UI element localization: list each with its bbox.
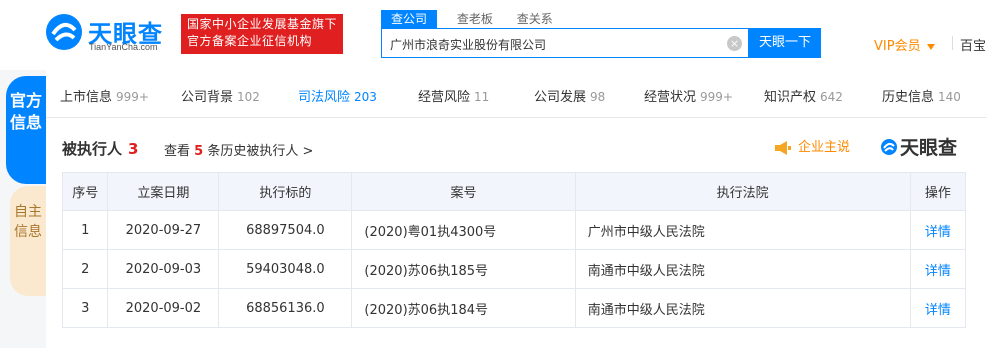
vip-menu[interactable]: VIP会员 <box>874 35 935 54</box>
table-header-row: 序号 立案日期 执行标的 案号 执行法院 操作 <box>61 172 967 211</box>
th-court: 执行法院 <box>574 172 911 211</box>
th-op: 操作 <box>909 172 967 211</box>
table-row: 3 2020-09-02 68856136.0 (2020)苏06执184号 南… <box>61 288 967 328</box>
detail-link[interactable]: 详情 <box>925 225 951 240</box>
th-case: 案号 <box>351 172 576 211</box>
nav-label: 知识产权 <box>764 90 817 105</box>
nav-history[interactable]: 历史信息 140 <box>882 86 961 105</box>
history-link[interactable]: 查看 5 条历史被执行人 > <box>164 140 313 159</box>
baibao-menu[interactable]: 百宝 <box>960 35 986 54</box>
tianyancha-logo[interactable]: 天眼查 TianYanCha.com <box>44 12 174 56</box>
nav-count: 999+ <box>116 90 149 104</box>
search-tab-boss[interactable]: 查老板 <box>457 10 493 27</box>
nav-operations[interactable]: 经营状况 999+ <box>644 86 733 105</box>
brand-watermark: 天眼查 <box>880 133 957 160</box>
cell-case: (2020)粤01执4300号 <box>351 210 576 250</box>
header-divider <box>952 36 953 50</box>
side-tab-self[interactable]: 自主信息 <box>10 186 46 296</box>
clear-icon[interactable]: × <box>727 36 742 51</box>
search-tab-relation[interactable]: 查关系 <box>517 10 553 27</box>
cell-op: 详情 <box>909 210 967 250</box>
logo-mark-icon <box>46 14 82 50</box>
th-date: 立案日期 <box>107 172 220 211</box>
gov-badge-line1: 国家中小企业发展基金旗下 <box>187 17 338 31</box>
cell-index: 1 <box>61 210 109 250</box>
cell-court: 广州市中级人民法院 <box>574 210 911 250</box>
detail-link[interactable]: 详情 <box>925 264 951 279</box>
nav-label: 历史信息 <box>882 90 935 105</box>
cell-date: 2020-09-27 <box>107 210 220 250</box>
history-prefix: 查看 <box>164 144 191 159</box>
vip-label: VIP会员 <box>874 39 921 54</box>
side-tab-official[interactable]: 官方信息 <box>6 76 46 184</box>
th-amount: 执行标的 <box>218 172 353 211</box>
brand-text: 天眼查 <box>900 137 958 159</box>
nav-label: 经营状况 <box>644 90 697 105</box>
cell-case: (2020)苏06执184号 <box>351 288 576 328</box>
gov-badge: 国家中小企业发展基金旗下 官方备案企业征信机构 <box>181 14 343 54</box>
nav-label: 经营风险 <box>418 90 471 105</box>
table-row: 1 2020-09-27 68897504.0 (2020)粤01执4300号 … <box>61 210 967 250</box>
section-count: 3 <box>128 140 139 158</box>
nav-count: 140 <box>938 90 961 104</box>
cell-op: 详情 <box>909 249 967 289</box>
top-header: 天眼查 TianYanCha.com 国家中小企业发展基金旗下 官方备案企业征信… <box>0 0 987 70</box>
cell-case: (2020)苏06执185号 <box>351 249 576 289</box>
executee-table: 序号 立案日期 执行标的 案号 执行法院 操作 1 2020-09-27 688… <box>61 172 967 328</box>
brand-mark-icon <box>881 139 897 155</box>
section-title-text: 被执行人 <box>62 140 123 158</box>
nav-count: 642 <box>820 90 843 104</box>
speaker-icon <box>775 140 791 155</box>
nav-count: 999+ <box>700 90 733 104</box>
caret-down-icon <box>926 43 935 50</box>
nav-count: 203 <box>354 90 377 104</box>
nav-label: 公司发展 <box>534 90 587 105</box>
category-nav: 上市信息 999+ 公司背景 102 司法风险 203 经营风险 11 公司发展 98 经… <box>46 70 987 118</box>
table-row: 2 2020-09-03 59403048.0 (2020)苏06执185号 南… <box>61 249 967 289</box>
search-tabs: 查公司 查老板 查关系 <box>381 10 573 28</box>
nav-label: 公司背景 <box>181 90 234 105</box>
company-says[interactable]: 企业主说 <box>774 136 850 156</box>
history-suffix: 条历史被执行人 > <box>207 144 314 159</box>
nav-label: 上市信息 <box>60 90 113 105</box>
history-num: 5 <box>194 144 204 159</box>
cell-amount: 59403048.0 <box>218 249 353 289</box>
nav-count: 11 <box>474 90 490 104</box>
cell-index: 2 <box>61 249 109 289</box>
cell-op: 详情 <box>909 288 967 328</box>
cell-date: 2020-09-03 <box>107 249 220 289</box>
search-tab-company[interactable]: 查公司 <box>381 10 438 28</box>
section-title: 被执行人 3 <box>62 138 138 159</box>
nav-label: 司法风险 <box>298 90 351 105</box>
cell-amount: 68897504.0 <box>218 210 353 250</box>
cell-index: 3 <box>61 288 109 328</box>
search-button[interactable]: 天眼一下 <box>749 28 821 58</box>
cell-amount: 68856136.0 <box>218 288 353 328</box>
nav-listing[interactable]: 上市信息 999+ <box>60 86 149 105</box>
nav-business-risk[interactable]: 经营风险 11 <box>418 86 489 105</box>
logo-subtext: TianYanCha.com <box>89 42 158 52</box>
gov-badge-line2: 官方备案企业征信机构 <box>187 34 313 48</box>
nav-background[interactable]: 公司背景 102 <box>181 86 260 105</box>
nav-development[interactable]: 公司发展 98 <box>534 86 605 105</box>
nav-ip[interactable]: 知识产权 642 <box>764 86 843 105</box>
nav-legal-risk[interactable]: 司法风险 203 <box>298 86 377 105</box>
main-panel: 上市信息 999+ 公司背景 102 司法风险 203 经营风险 11 公司发展 98 经… <box>46 70 987 348</box>
search-box: × <box>381 28 749 58</box>
search-input[interactable] <box>390 35 720 53</box>
cell-court: 南通市中级人民法院 <box>574 249 911 289</box>
company-says-label: 企业主说 <box>798 140 851 155</box>
nav-count: 98 <box>590 90 606 104</box>
detail-link[interactable]: 详情 <box>925 303 951 318</box>
nav-count: 102 <box>237 90 260 104</box>
cell-date: 2020-09-02 <box>107 288 220 328</box>
th-index: 序号 <box>61 172 109 211</box>
cell-court: 南通市中级人民法院 <box>574 288 911 328</box>
